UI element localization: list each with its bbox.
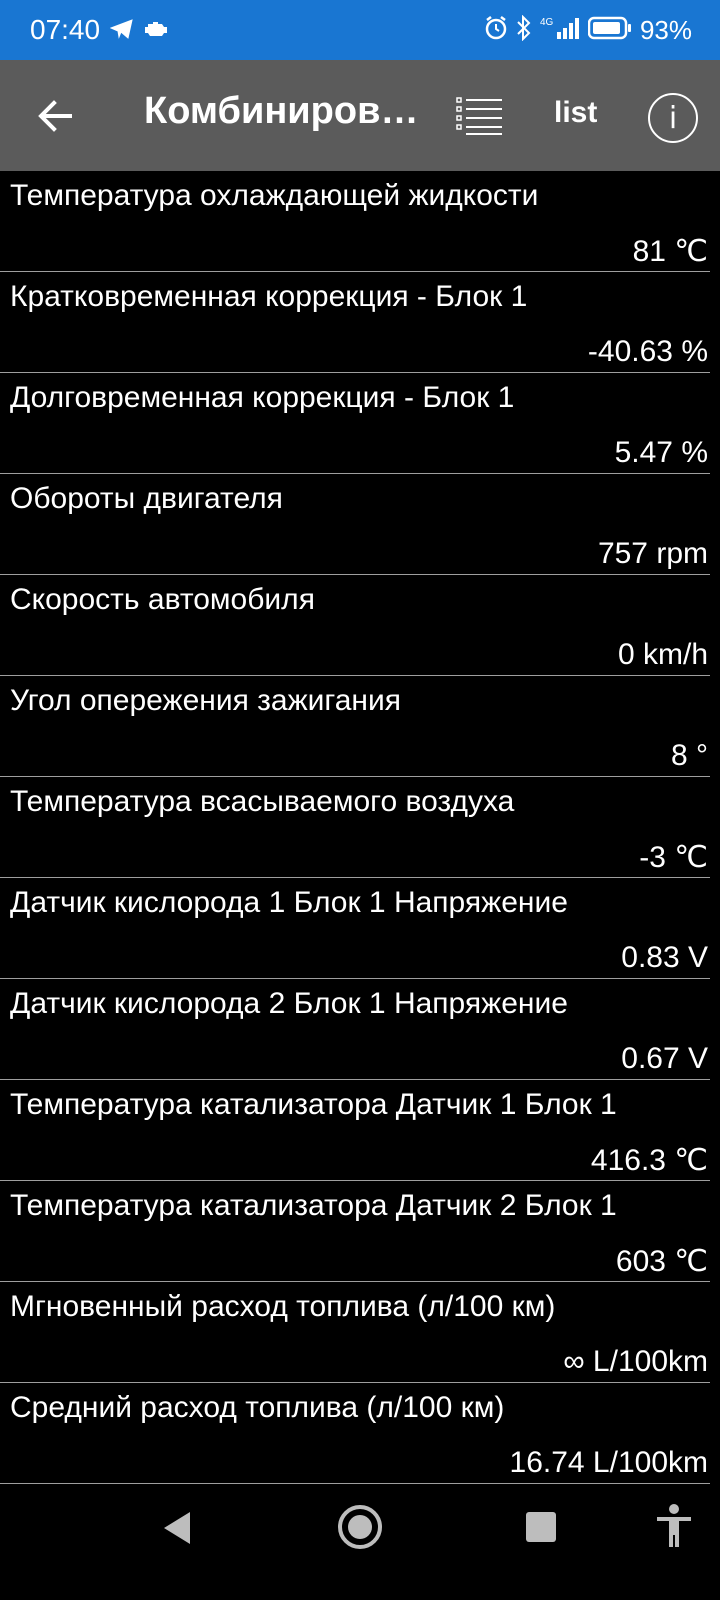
reading-label: Температура катализатора Датчик 1 Блок 1	[10, 1088, 617, 1121]
accessibility-icon	[657, 1504, 691, 1547]
reading-label: Обороты двигателя	[10, 482, 283, 515]
reading-label: Датчик кислорода 2 Блок 1 Напряжение	[10, 987, 568, 1020]
reading-row[interactable]: Датчик кислорода 1 Блок 1 Напряжение 0.83…	[0, 878, 710, 979]
reading-value: 0 km/h	[617, 638, 708, 671]
reading-row[interactable]: Датчик кислорода 2 Блок 1 Напряжение 0.67…	[0, 979, 710, 1080]
nav-recents-button[interactable]	[524, 1510, 558, 1549]
reading-label: Скорость автомобиля	[10, 583, 315, 616]
reading-value: 416.3 ℃	[590, 1144, 708, 1177]
navigation-bar	[0, 1486, 720, 1600]
reading-label: Датчик кислорода 1 Блок 1 Напряжение	[10, 886, 568, 919]
reading-row[interactable]: Температура всасываемого воздуха -3 ℃	[0, 777, 710, 878]
reading-value: 16.74 L/100km	[509, 1446, 708, 1479]
reading-label: Температура всасываемого воздуха	[10, 785, 515, 818]
reading-row[interactable]: Кратковременная коррекция - Блок 1 -40.63…	[0, 272, 710, 373]
nav-home-icon	[338, 1505, 382, 1549]
arrow-back-icon	[38, 100, 72, 132]
check-engine-icon	[143, 18, 169, 45]
bluetooth-icon	[516, 14, 532, 46]
reading-row[interactable]: Угол опережения зажигания 8 °	[0, 676, 710, 777]
list-button[interactable]: list	[554, 96, 597, 130]
reading-value: 5.47 %	[614, 436, 708, 469]
status-icons: 4G 93%	[484, 12, 692, 48]
nav-recents-icon	[526, 1512, 556, 1542]
app-bar: Комбиниров… list i	[0, 60, 720, 171]
battery-percent: 93%	[639, 14, 692, 45]
reading-label: Мгновенный расход топлива (л/100 км)	[10, 1290, 556, 1323]
list-view-button[interactable]	[456, 96, 504, 136]
reading-row[interactable]: Долговременная коррекция - Блок 1 5.47 %	[0, 373, 710, 474]
reading-row[interactable]: Мгновенный расход топлива (л/100 км) ∞ L/…	[0, 1282, 710, 1383]
status-bar: 07:40 4G 93%	[0, 0, 720, 60]
back-button[interactable]	[34, 94, 78, 138]
reading-row[interactable]: Обороты двигателя 757 rpm	[0, 474, 710, 575]
status-time: 07:40	[30, 14, 101, 45]
reading-label: Температура охлаждающей жидкости	[10, 179, 539, 212]
reading-value: ∞ L/100km	[563, 1345, 708, 1378]
reading-value: 757 rpm	[597, 537, 708, 570]
page-title: Комбиниров…	[144, 90, 419, 132]
reading-row[interactable]: Температура катализатора Датчик 1 Блок 1…	[0, 1080, 710, 1181]
reading-value: 603 ℃	[615, 1245, 708, 1278]
telegram-icon	[109, 18, 134, 45]
info-button[interactable]: i	[648, 93, 698, 143]
reading-label: Кратковременная коррекция - Блок 1	[10, 280, 528, 313]
reading-label: Угол опережения зажигания	[10, 684, 401, 717]
reading-label: Температура катализатора Датчик 2 Блок 1	[10, 1189, 617, 1222]
reading-label: Долговременная коррекция - Блок 1	[10, 381, 515, 414]
reading-value: -40.63 %	[587, 335, 708, 368]
list-icon	[456, 97, 502, 135]
mobile-signal-icon: 4G	[540, 15, 580, 46]
reading-row[interactable]: Температура охлаждающей жидкости 81 ℃	[0, 171, 710, 272]
nav-home-button[interactable]	[336, 1503, 384, 1556]
reading-label: Средний расход топлива (л/100 км)	[10, 1391, 505, 1424]
reading-row[interactable]: Средний расход топлива (л/100 км) 16.74 L…	[0, 1383, 710, 1484]
accessibility-button[interactable]	[655, 1503, 693, 1554]
reading-value: 0.67 V	[621, 1042, 708, 1075]
nav-back-icon	[164, 1512, 190, 1544]
reading-value: 8 °	[670, 739, 708, 772]
alarm-icon	[484, 15, 508, 46]
reading-row[interactable]: Скорость автомобиля 0 km/h	[0, 575, 710, 676]
reading-value: 0.83 V	[621, 941, 708, 974]
reading-row[interactable]: Температура катализатора Датчик 2 Блок 1…	[0, 1181, 710, 1282]
reading-value: -3 ℃	[639, 841, 708, 874]
network-type-label: 4G	[540, 17, 554, 28]
nav-back-button[interactable]	[160, 1508, 194, 1553]
readings-list[interactable]: Температура охлаждающей жидкости 81 ℃ Крат…	[0, 171, 720, 1486]
reading-value: 81 ℃	[632, 235, 708, 268]
battery-icon	[587, 16, 632, 45]
